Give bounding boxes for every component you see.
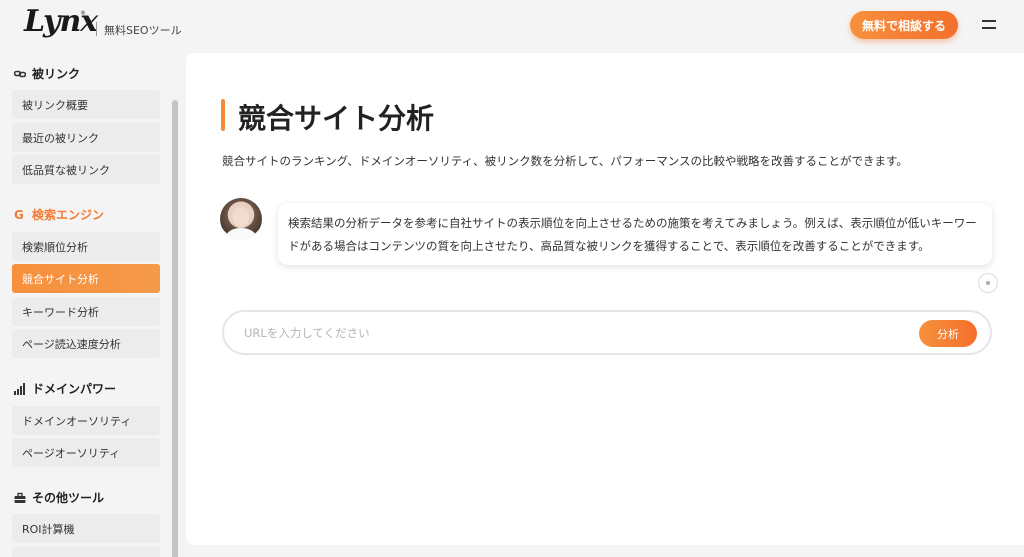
- sidebar-scrollbar[interactable]: [172, 100, 178, 557]
- section-title: 検索エンジン: [32, 208, 105, 222]
- section-title: 被リンク: [32, 67, 81, 81]
- analyze-button[interactable]: 分析: [919, 320, 977, 347]
- avatar-face: [233, 208, 249, 227]
- sidebar: 被リンク 被リンク概要 最近の被リンク 低品質な被リンク G 検索エンジン 検索…: [0, 52, 184, 557]
- dot-icon: [986, 281, 990, 285]
- logo-divider: [96, 22, 97, 36]
- sidebar-item-domain-authority[interactable]: ドメインオーソリティ: [12, 406, 160, 435]
- section-search-engine: G 検索エンジン: [14, 206, 104, 223]
- sidebar-item-keyword-analysis[interactable]: キーワード分析: [12, 297, 160, 326]
- logo[interactable]: Lynx: [24, 4, 98, 39]
- main-panel: 競合サイト分析 競合サイトのランキング、ドメインオーソリティ、被リンク数を分析し…: [186, 53, 1024, 545]
- link-icon: [14, 70, 26, 77]
- page-title: 競合サイト分析: [238, 102, 435, 135]
- sidebar-item-recent-backlinks[interactable]: 最近の被リンク: [12, 123, 160, 152]
- toolbox-icon: [14, 492, 26, 503]
- section-domain-power: ドメインパワー: [14, 380, 116, 397]
- sidebar-item-roi-calculator[interactable]: ROI計算機: [12, 514, 160, 543]
- sidebar-item-rank-analysis[interactable]: 検索順位分析: [12, 232, 160, 261]
- avatar: [220, 198, 262, 240]
- google-g-icon: G: [14, 207, 24, 222]
- sidebar-item-page-speed[interactable]: ページ読込速度分析: [12, 329, 160, 358]
- title-accent-bar: [221, 99, 225, 131]
- chat-message: 検索結果の分析データを参考に自社サイトの表示順位を向上させるための施策を考えてみ…: [278, 203, 992, 265]
- url-search-bar: 分析: [222, 310, 992, 355]
- section-other-tools: その他ツール: [14, 489, 104, 506]
- avatar-body: [226, 228, 256, 240]
- registered-mark: ®: [80, 10, 86, 17]
- sidebar-item-competitor-analysis[interactable]: 競合サイト分析: [12, 264, 160, 293]
- url-input[interactable]: [244, 323, 884, 343]
- sidebar-item-page-authority[interactable]: ページオーソリティ: [12, 438, 160, 467]
- consult-button[interactable]: 無料で相談する: [850, 11, 958, 39]
- section-title: その他ツール: [32, 491, 105, 505]
- sidebar-item-backlink-overview[interactable]: 被リンク概要: [12, 90, 160, 119]
- scroll-indicator-button[interactable]: [978, 273, 998, 293]
- sidebar-item-low-quality-backlinks[interactable]: 低品質な被リンク: [12, 155, 160, 184]
- sidebar-item-next[interactable]: [12, 547, 160, 557]
- section-backlinks: 被リンク: [14, 65, 80, 82]
- header: Lynx ® 無料SEOツール 無料で相談する: [0, 0, 1024, 52]
- hamburger-icon[interactable]: [982, 18, 998, 32]
- signal-bars-icon: [14, 382, 25, 395]
- logo-tagline: 無料SEOツール: [104, 24, 182, 37]
- page-description: 競合サイトのランキング、ドメインオーソリティ、被リンク数を分析して、パフォーマン…: [222, 154, 908, 168]
- section-title: ドメインパワー: [32, 382, 117, 396]
